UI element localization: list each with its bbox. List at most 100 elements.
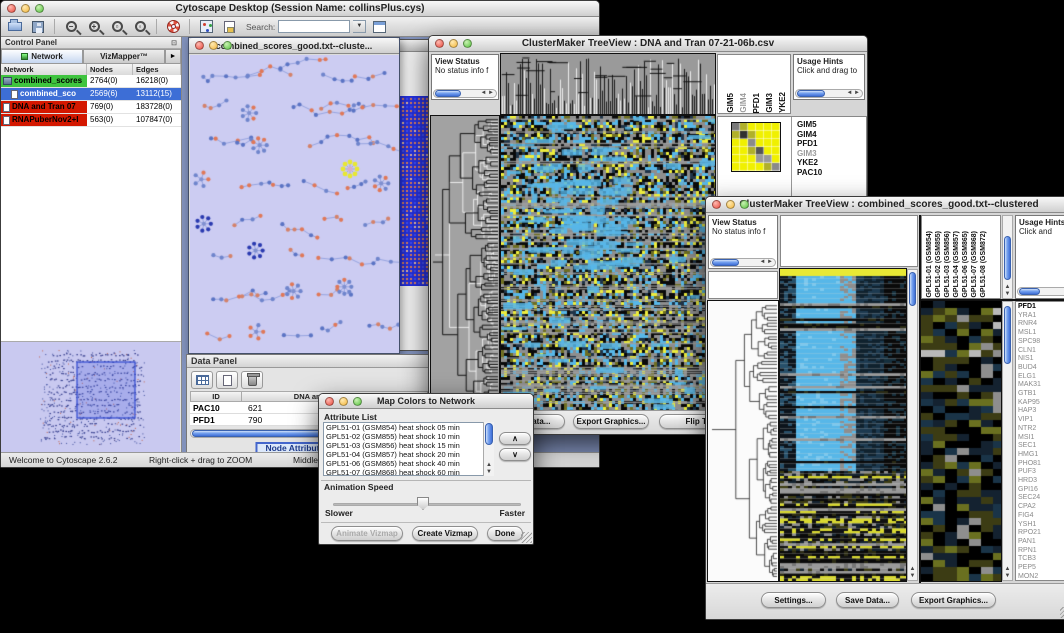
scrollbar-thumb[interactable] — [1004, 236, 1011, 280]
gene-label[interactable]: GIM4 — [797, 130, 865, 140]
gene-label[interactable]: CLN1 — [1018, 347, 1064, 356]
column-label[interactable]: GIM3 — [765, 93, 774, 113]
scrollbar-thumb[interactable] — [435, 90, 461, 97]
minimize-icon[interactable] — [209, 41, 218, 50]
treeview-dna-titlebar[interactable]: ClusterMaker TreeView : DNA and Tran 07-… — [429, 36, 867, 52]
scrollbar-arrows-icon[interactable]: ◄ ► — [846, 90, 862, 97]
gene-label[interactable]: FIG4 — [1018, 512, 1064, 521]
zoom-window-icon[interactable] — [463, 39, 472, 48]
column-label[interactable]: YKE2 — [778, 92, 787, 113]
scrollbar-thumb[interactable] — [1019, 288, 1040, 295]
column-label[interactable]: GIM4 — [739, 93, 748, 113]
scrollbar-arrows-icon[interactable]: ▲▼ — [484, 462, 494, 476]
gene-label[interactable]: RNR4 — [1018, 320, 1064, 329]
scrollbar-arrows-icon[interactable]: ◄ ► — [480, 90, 496, 97]
minimize-icon[interactable] — [339, 397, 348, 406]
gene-label[interactable]: HRD3 — [1018, 477, 1064, 486]
background-network-window[interactable] — [397, 39, 432, 351]
gene-label[interactable]: PEP5 — [1018, 564, 1064, 573]
column-dendrogram-canvas[interactable] — [501, 54, 715, 114]
gene-label[interactable]: PAN1 — [1018, 538, 1064, 547]
close-icon[interactable] — [435, 39, 444, 48]
scrollbar-thumb[interactable] — [712, 259, 739, 266]
attribute-select-icon[interactable] — [191, 371, 213, 389]
network-table-row[interactable]: combined_scores 2764(0) 16218(0) — [1, 75, 181, 88]
save-data-button[interactable]: Save Data... — [836, 592, 899, 608]
done-button[interactable]: Done — [487, 526, 523, 541]
gene-label[interactable]: TCB3 — [1018, 555, 1064, 564]
gene-label[interactable]: MAK31 — [1018, 381, 1064, 390]
zoom-region-icon[interactable]: ▫ — [107, 18, 127, 36]
gene-label[interactable]: PHO81 — [1018, 460, 1064, 469]
dense-network-canvas[interactable] — [400, 96, 431, 286]
search-input[interactable] — [278, 20, 350, 33]
gene-label[interactable]: SPC98 — [1018, 338, 1064, 347]
create-vizmap-button[interactable]: Create Vizmap — [412, 526, 478, 541]
column-label[interactable]: GPL51-04 (GSM857) — [953, 231, 960, 298]
search-dropdown-icon[interactable]: ▼ — [353, 20, 366, 33]
resize-grip-icon[interactable] — [1060, 607, 1064, 618]
network-view-titlebar[interactable]: combined_scores_good.txt--cluste... — [189, 38, 399, 54]
minimize-icon[interactable] — [21, 4, 30, 13]
column-label[interactable]: GPL51-02 (GSM855) — [935, 231, 942, 298]
scrollbar-thumb[interactable] — [797, 90, 825, 97]
export-graphics-button[interactable]: Export Graphics... — [573, 414, 649, 429]
gene-label[interactable]: PUF3 — [1018, 468, 1064, 477]
main-titlebar[interactable]: Cytoscape Desktop (Session Name: collins… — [1, 1, 599, 17]
usage-hints-hscrollbar[interactable]: ◄ ► — [795, 89, 863, 98]
gene-label[interactable]: GTB1 — [1018, 390, 1064, 399]
tab-vizmapper[interactable]: VizMapper™ — [83, 49, 165, 64]
gene-label[interactable]: HMG1 — [1018, 451, 1064, 460]
gene-label[interactable]: YRA1 — [1018, 312, 1064, 321]
gene-label[interactable]: VIP1 — [1018, 416, 1064, 425]
map-colors-titlebar[interactable]: Map Colors to Network — [319, 394, 533, 409]
zoom-window-icon[interactable] — [740, 200, 749, 209]
gene-label[interactable]: MSI1 — [1018, 434, 1064, 443]
animate-vizmap-button[interactable]: Animate Vizmap — [331, 526, 403, 541]
zoom-heatmap-vscrollbar[interactable]: ▲▼ — [1002, 301, 1013, 581]
view-status-hscrollbar[interactable]: ◄ ► — [710, 258, 776, 267]
gene-label[interactable]: MON2 — [1018, 573, 1064, 581]
save-icon[interactable] — [28, 18, 48, 36]
gene-label[interactable]: SEC1 — [1018, 442, 1064, 451]
gene-label[interactable]: BUD4 — [1018, 364, 1064, 373]
treeview-combined-titlebar[interactable]: ClusterMaker TreeView : combined_scores_… — [706, 197, 1064, 213]
open-folder-icon[interactable] — [5, 18, 25, 36]
background-network-titlebar[interactable] — [398, 40, 431, 52]
gene-label[interactable]: PAC10 — [797, 168, 865, 178]
attribute-item[interactable]: GPL51-04 (GSM857) heat shock 20 min — [324, 450, 492, 459]
minimize-icon[interactable] — [726, 200, 735, 209]
zoom-window-icon[interactable] — [223, 41, 232, 50]
gene-label[interactable]: NTR2 — [1018, 425, 1064, 434]
scrollbar-arrows-icon[interactable]: ▲▼ — [1003, 566, 1012, 580]
gene-label[interactable]: GIM5 — [797, 120, 865, 130]
close-icon[interactable] — [7, 4, 16, 13]
network-overview-thumbnail[interactable] — [1, 342, 180, 454]
row-dendrogram-canvas[interactable] — [431, 116, 499, 412]
gene-label[interactable]: GPI16 — [1018, 486, 1064, 495]
row-dendrogram-canvas[interactable] — [708, 301, 778, 581]
close-icon[interactable] — [712, 200, 721, 209]
resize-grip-icon[interactable] — [521, 532, 532, 543]
gene-label[interactable]: RPN1 — [1018, 547, 1064, 556]
network-table-row[interactable]: DNA and Tran 07 769(0) 183728(0) — [1, 101, 181, 114]
gene-label[interactable]: NIS1 — [1018, 355, 1064, 364]
table-import-icon[interactable] — [369, 18, 389, 36]
gene-label[interactable]: YSH1 — [1018, 521, 1064, 530]
column-label[interactable]: GPL51-01 (GSM854) — [926, 231, 933, 298]
heatmap-canvas[interactable] — [780, 269, 906, 581]
export-graphics-button[interactable]: Export Graphics... — [911, 592, 996, 608]
attribute-item[interactable]: GPL51-06 (GSM865) heat shock 40 min — [324, 459, 492, 468]
move-down-button[interactable]: ∨ — [499, 448, 531, 461]
zoom-out-icon[interactable]: − — [61, 18, 81, 36]
gene-label[interactable]: KAP95 — [1018, 399, 1064, 408]
network-table-row[interactable]: combined_sco 2569(6) 13112(15) — [1, 88, 181, 101]
zoom-fit-icon[interactable]: ◦ — [130, 18, 150, 36]
gene-label[interactable]: GIM3 — [797, 149, 865, 159]
scrollbar-thumb[interactable] — [1004, 306, 1011, 364]
scrollbar-arrows-icon[interactable]: ▲▼ — [908, 566, 917, 580]
new-attribute-icon[interactable] — [216, 371, 238, 389]
zoom-in-icon[interactable]: + — [84, 18, 104, 36]
view-status-hscrollbar[interactable]: ◄ ► — [433, 89, 497, 98]
gene-label[interactable]: HAP3 — [1018, 407, 1064, 416]
